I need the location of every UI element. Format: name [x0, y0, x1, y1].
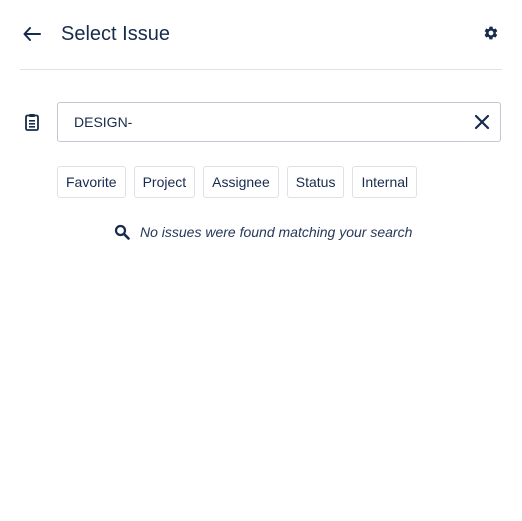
clear-search-button[interactable]: [472, 112, 492, 132]
issue-search-input[interactable]: [58, 103, 458, 141]
issue-search-field[interactable]: [57, 102, 501, 142]
filter-status[interactable]: Status: [286, 166, 345, 198]
filter-project[interactable]: Project: [133, 166, 196, 198]
close-icon: [474, 114, 490, 130]
page-title: Select Issue: [61, 23, 170, 45]
back-button[interactable]: [20, 22, 44, 46]
clipboard-icon: [25, 114, 39, 131]
gear-icon: [484, 26, 498, 40]
empty-state-message: No issues were found matching your searc…: [140, 224, 413, 240]
filter-internal[interactable]: Internal: [352, 166, 418, 198]
filter-chips: Favorite Project Assignee Status Interna…: [57, 166, 418, 198]
settings-button[interactable]: [480, 22, 502, 44]
filter-assignee[interactable]: Assignee: [203, 166, 279, 198]
filter-favorite[interactable]: Favorite: [57, 166, 126, 198]
header: Select Issue: [0, 0, 522, 70]
search-icon: [114, 224, 130, 240]
arrow-left-icon: [23, 27, 41, 41]
empty-state: No issues were found matching your searc…: [114, 222, 412, 242]
select-issue-panel: Select Issue Favorite Project Assignee S…: [0, 0, 522, 521]
issue-type-selector[interactable]: [24, 113, 40, 131]
header-divider: [20, 69, 502, 70]
